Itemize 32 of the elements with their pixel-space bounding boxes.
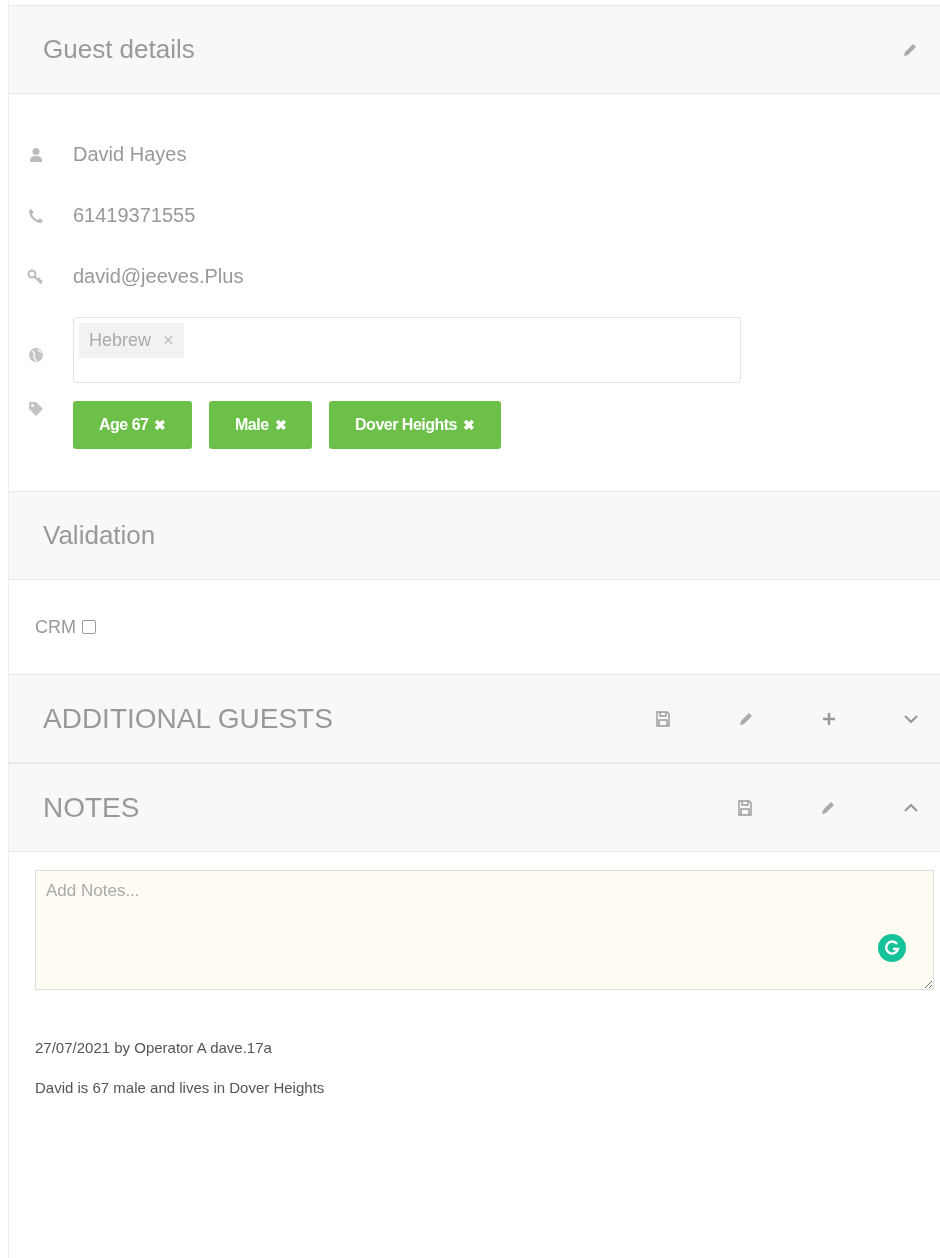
tag-icon [27, 401, 45, 417]
notes-field[interactable]: Add Notes... [35, 870, 934, 990]
pencil-icon[interactable] [902, 41, 918, 58]
crm-label: CRM [35, 616, 76, 638]
globe-icon [27, 347, 45, 363]
plus-icon[interactable] [822, 711, 836, 726]
guest-phone: 61419371555 [73, 204, 196, 227]
chevron-up-icon[interactable] [904, 802, 918, 813]
grammar-assistant-icon[interactable] [878, 934, 906, 962]
section-title: NOTES [43, 791, 140, 824]
phone-icon [27, 207, 45, 224]
section-title: ADDITIONAL GUESTS [43, 702, 333, 735]
guest-email: david@jeeves.Plus [73, 265, 244, 288]
save-icon[interactable] [738, 799, 752, 816]
remove-language[interactable]: × [163, 330, 174, 351]
chevron-down-icon[interactable] [904, 713, 918, 724]
language-chip: Hebrew × [79, 323, 184, 358]
note-meta: 27/07/2021 by Operator A dave.17a [35, 1038, 273, 1058]
tag-chip[interactable]: Age 67 ✖ [73, 401, 192, 449]
pencil-icon[interactable] [738, 710, 754, 727]
person-icon [27, 146, 45, 163]
section-title: Guest details [43, 34, 195, 65]
language-field[interactable]: Hebrew × [73, 317, 741, 383]
key-icon [27, 268, 45, 285]
crm-checkbox[interactable] [82, 620, 96, 634]
guest-name: David Hayes [73, 143, 187, 166]
note-text: David is 67 male and lives in Dover Heights [35, 1078, 326, 1098]
tag-chip[interactable]: Male ✖ [208, 401, 313, 449]
tag-chip[interactable]: Dover Heights ✖ [329, 401, 501, 449]
section-title: Validation [43, 520, 156, 551]
pencil-icon[interactable] [820, 799, 836, 816]
save-icon[interactable] [656, 710, 670, 727]
